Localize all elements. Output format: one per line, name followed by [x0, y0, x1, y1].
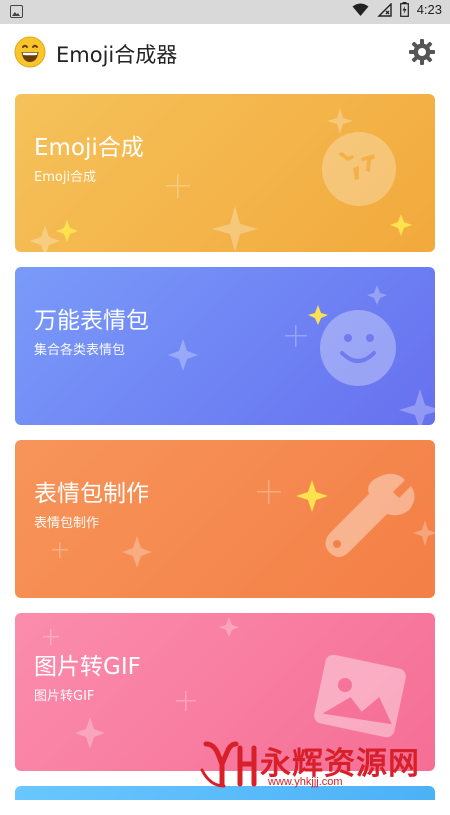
gear-icon[interactable] [408, 38, 436, 66]
wrench-icon [325, 473, 415, 557]
status-bar: 4:23 [0, 0, 450, 24]
wifi-icon [352, 3, 369, 16]
card-subtitle: Emoji合成 [34, 170, 97, 185]
battery-charging-icon [399, 2, 409, 17]
card-title: 万能表情包 [34, 308, 149, 334]
site-watermark: 永辉资源网 www.yhkjjj.com [200, 738, 450, 788]
watermark-url: www.yhkjjj.com [268, 776, 343, 788]
image-notification-icon [10, 5, 23, 18]
card-subtitle: 表情包制作 [34, 516, 100, 531]
picture-icon [314, 654, 406, 738]
card-universal-stickers[interactable]: 万能表情包 集合各类表情包 [15, 267, 435, 425]
smile-face-icon [320, 310, 396, 386]
card-title: 表情包制作 [34, 481, 149, 507]
squint-face-icon [322, 132, 396, 206]
no-signal-icon [376, 2, 392, 17]
card-sticker-maker[interactable]: 表情包制作 表情包制作 [15, 440, 435, 598]
card-emoji-compose[interactable]: Emoji合成 Emoji合成 [15, 94, 435, 252]
card-title: Emoji合成 [34, 135, 144, 161]
watermark-logo [200, 741, 257, 788]
card-title: 图片转GIF [34, 654, 141, 680]
app-toolbar: Emoji合成器 [0, 24, 450, 80]
status-time: 4:23 [416, 2, 442, 17]
card-subtitle: 集合各类表情包 [34, 343, 126, 358]
card-subtitle: 图片转GIF [34, 689, 95, 704]
app-title: Emoji合成器 [56, 43, 178, 67]
status-icons: 4:23 [352, 2, 442, 17]
feature-card-list: Emoji合成 Emoji合成 万能表情包 集合各类表情包 表情包制作 表情包制… [15, 94, 435, 815]
grinning-emoji-icon [14, 36, 46, 68]
